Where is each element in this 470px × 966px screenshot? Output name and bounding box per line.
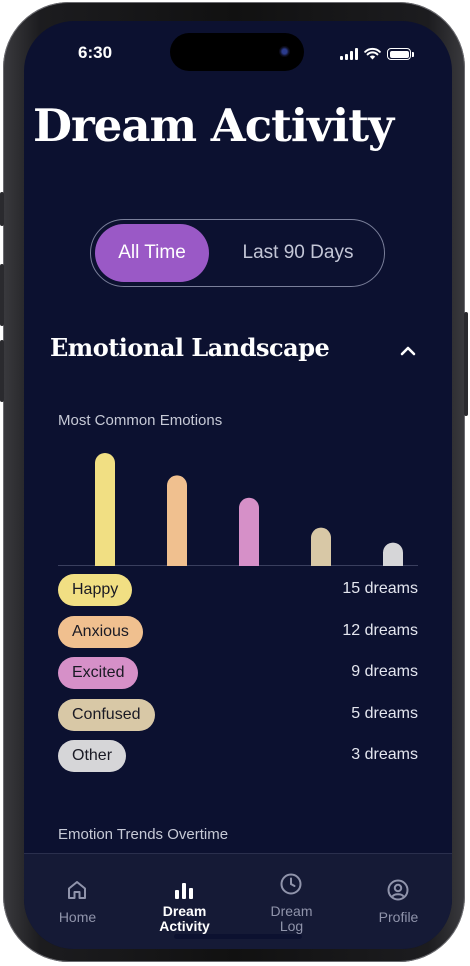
- legend-row: Anxious 12 dreams: [58, 615, 418, 658]
- home-icon: [68, 881, 86, 899]
- emotions-bar-chart: [58, 453, 418, 566]
- emotion-count: 3 dreams: [351, 746, 418, 763]
- emotions-legend: Happy 15 dreams Anxious 12 dreams Excited 9 d…: [58, 574, 418, 782]
- power-button: [464, 312, 468, 416]
- tab-dream-log-label: Dream Log: [270, 903, 313, 934]
- wifi-icon: [364, 47, 381, 60]
- bar-happy: [95, 453, 115, 566]
- volume-up-button: [0, 264, 4, 326]
- battery-icon: [387, 48, 411, 60]
- dynamic-island: [170, 33, 304, 71]
- camera-icon: [279, 46, 290, 57]
- bar-anxious: [167, 475, 187, 566]
- emotion-pill[interactable]: Excited: [58, 657, 139, 689]
- tab-profile-label: Profile: [378, 909, 419, 925]
- segment-all-time[interactable]: All Time: [95, 224, 209, 282]
- section-title: Emotional Landscape: [50, 333, 330, 362]
- time-range-toggle: All Time Last 90 Days: [90, 219, 385, 287]
- battery-nub: [412, 52, 414, 57]
- legend-row: Confused 5 dreams: [58, 698, 418, 741]
- volume-down-button: [0, 340, 4, 402]
- screen: 6:30 Dream Activity All Time Last 90 Day…: [24, 21, 452, 949]
- emotions-label: Most Common Emotions: [58, 412, 223, 429]
- segment-last-90-days[interactable]: Last 90 Days: [217, 224, 379, 282]
- legend-row: Other 3 dreams: [58, 740, 418, 782]
- emotion-count: 12 dreams: [342, 621, 418, 639]
- tab-dream-activity-label: Dream Activity: [159, 903, 210, 934]
- profile-icon: [387, 879, 409, 901]
- legend-row: Excited 9 dreams: [58, 657, 418, 699]
- status-time: 6:30: [78, 43, 113, 62]
- emotion-count: 15 dreams: [342, 580, 418, 597]
- emotion-pill[interactable]: Happy: [58, 574, 133, 606]
- tab-profile[interactable]: Profile: [345, 854, 452, 949]
- tab-home-label: Home: [58, 909, 97, 925]
- tab-home[interactable]: Home: [24, 854, 131, 949]
- bar-chart-icon: [175, 883, 193, 899]
- status-icons: [340, 47, 414, 60]
- clock-icon: [280, 873, 302, 895]
- chevron-up-icon[interactable]: [396, 339, 420, 363]
- legend-row: Happy 15 dreams: [58, 574, 418, 616]
- bar-excited: [239, 497, 259, 566]
- emotion-pill[interactable]: Confused: [58, 698, 155, 731]
- phone-frame: 6:30 Dream Activity All Time Last 90 Day…: [0, 2, 468, 962]
- trends-label: Emotion Trends Overtime: [58, 826, 229, 843]
- emotion-count: 9 dreams: [351, 663, 418, 680]
- home-indicator: [174, 934, 302, 939]
- signal-icon: [340, 48, 358, 60]
- page-title: Dream Activity: [33, 99, 394, 152]
- action-button: [0, 192, 4, 226]
- bar-confused: [311, 527, 331, 566]
- emotion-pill[interactable]: Other: [58, 740, 127, 772]
- bar-other: [383, 542, 403, 566]
- emotion-pill[interactable]: Anxious: [58, 615, 143, 648]
- emotion-count: 5 dreams: [351, 704, 418, 722]
